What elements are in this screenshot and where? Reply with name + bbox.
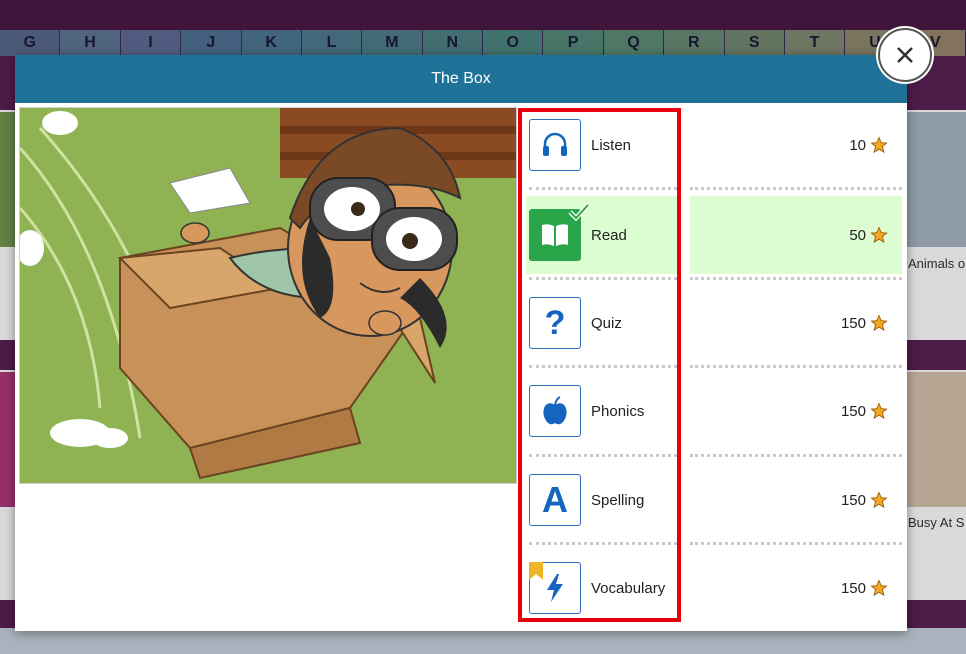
row-divider <box>690 542 902 545</box>
star-icon <box>870 402 888 420</box>
activity-points: 150 <box>690 547 902 629</box>
points-value: 50 <box>849 226 866 244</box>
activity-quiz[interactable]: ? Quiz <box>526 282 677 364</box>
star-icon <box>870 136 888 154</box>
activity-listen[interactable]: Listen <box>526 104 677 186</box>
activity-points: 150 <box>690 459 902 541</box>
lightning-icon <box>529 562 581 614</box>
star-icon <box>870 226 888 244</box>
row-divider <box>690 365 902 368</box>
row-divider <box>690 187 902 190</box>
modal-title: The Box <box>431 70 491 87</box>
apple-icon <box>529 385 581 437</box>
headphones-icon <box>529 119 581 171</box>
row-divider <box>529 542 677 545</box>
book-modal: The Box Listen 10 Read 50 ? Quiz 150 Pho… <box>15 55 907 631</box>
activity-label: Vocabulary <box>591 579 666 597</box>
modal-header: The Box <box>15 55 907 103</box>
book-cover-illustration <box>19 107 517 484</box>
row-divider <box>529 277 677 280</box>
row-divider <box>529 454 677 457</box>
points-value: 10 <box>849 136 866 154</box>
activity-points: 150 <box>690 370 902 452</box>
checkmark-icon <box>568 203 590 222</box>
close-icon <box>897 47 913 63</box>
question-icon: ? <box>529 297 581 349</box>
activity-label: Read <box>591 226 627 244</box>
points-value: 150 <box>840 579 866 597</box>
activity-label: Phonics <box>591 402 645 420</box>
activity-vocabulary[interactable]: Vocabulary <box>526 547 677 629</box>
activity-label: Listen <box>591 136 632 154</box>
points-value: 150 <box>840 314 866 332</box>
points-value: 150 <box>840 402 866 420</box>
activity-points: 50 <box>690 196 902 274</box>
star-icon <box>870 491 888 509</box>
activity-points: 10 <box>690 104 902 186</box>
activity-label: Spelling <box>591 491 645 509</box>
activity-read[interactable]: Read <box>526 196 677 274</box>
letter-a-icon: A <box>529 474 581 526</box>
activity-phonics[interactable]: Phonics <box>526 370 677 452</box>
book-icon <box>529 203 590 261</box>
row-divider <box>690 454 902 457</box>
star-icon <box>870 579 888 597</box>
bookmark-icon <box>529 562 543 580</box>
activity-points: 150 <box>690 282 902 364</box>
close-button[interactable] <box>878 28 932 82</box>
row-divider <box>529 187 677 190</box>
activity-label: Quiz <box>591 314 622 332</box>
points-value: 150 <box>840 491 866 509</box>
row-divider <box>690 277 902 280</box>
star-icon <box>870 314 888 332</box>
row-divider <box>529 365 677 368</box>
activity-spelling[interactable]: A Spelling <box>526 459 677 541</box>
